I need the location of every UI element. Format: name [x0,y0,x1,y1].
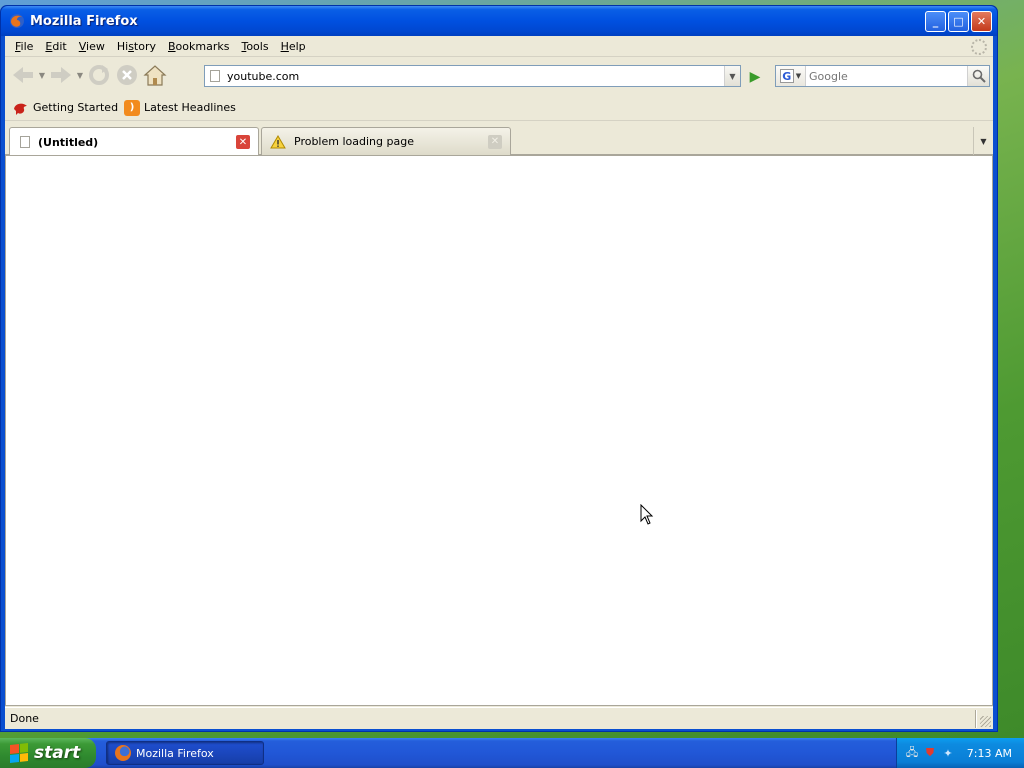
close-icon: ✕ [490,136,500,147]
back-arrow-icon [13,67,33,83]
page-icon [20,136,30,148]
windows-logo-icon [10,743,28,763]
warning-icon [270,134,286,149]
reload-button[interactable] [85,61,113,89]
close-icon: ✕ [976,15,987,28]
bookmark-latest-headlines[interactable]: ) Latest Headlines [124,99,236,116]
status-divider [975,710,977,728]
url-history-dropdown[interactable]: ▼ [724,66,740,86]
search-bar: G ▼ [775,65,990,87]
menu-tools[interactable]: Tools [235,40,274,53]
stop-icon [117,65,137,85]
menu-file[interactable]: File [9,40,39,53]
home-button[interactable] [141,61,169,89]
bookmarks-toolbar: Getting Started ) Latest Headlines [5,95,993,121]
stop-button[interactable] [113,61,141,89]
go-arrow-icon: ▶ [749,69,761,85]
window-title: Mozilla Firefox [30,13,138,29]
forward-arrow-icon [51,67,71,83]
tab-strip: (Untitled) ✕ Problem loading page ✕ ▼ [5,124,993,156]
resize-grip-icon[interactable] [980,716,991,727]
bookmark-label: Getting Started [33,101,119,114]
tab-close-button[interactable]: ✕ [236,135,250,149]
url-text[interactable]: youtube.com [227,70,724,83]
chevron-down-icon: ▼ [980,136,987,146]
start-button[interactable]: start [0,738,96,768]
navigation-toolbar: ▼ ▼ youtube.com ▼ ▶ G ▼ Google [5,58,993,92]
firefox-bookmark-icon [13,100,29,116]
minimize-button[interactable]: _ [925,11,946,32]
maximize-icon: □ [953,15,964,28]
taskbar-item-firefox[interactable]: Mozilla Firefox [106,741,264,765]
page-content-area[interactable] [5,155,993,706]
search-button[interactable] [967,66,989,86]
back-history-dropdown[interactable]: ▼ [37,71,47,80]
bookmark-getting-started[interactable]: Getting Started [13,100,118,116]
status-bar: Done [5,707,993,729]
url-bar[interactable]: youtube.com ▼ [204,65,741,87]
firefox-icon [115,745,131,761]
minimize-icon: _ [932,15,939,28]
tab-list-dropdown[interactable]: ▼ [973,127,993,155]
tab-label: Problem loading page [294,135,414,148]
page-icon [210,70,220,82]
search-engine-selector[interactable]: G ▼ [776,66,806,86]
tab-close-button[interactable]: ✕ [488,134,502,149]
maximize-button[interactable]: □ [948,11,969,32]
search-input[interactable] [806,67,967,85]
tab-problem-loading-page[interactable]: Problem loading page ✕ [261,127,511,155]
menu-view[interactable]: View [73,40,111,53]
tab-label: (Untitled) [38,135,99,149]
reload-icon [89,65,109,85]
home-icon [143,65,167,86]
security-shield-icon[interactable]: ⛊ [923,746,937,760]
start-label: start [34,743,81,763]
firefox-window: Mozilla Firefox _ □ ✕ File Edit View His… [0,5,998,732]
google-icon: G [779,69,794,83]
menu-edit[interactable]: Edit [39,40,72,53]
tab-untitled[interactable]: (Untitled) ✕ [9,127,259,156]
system-tray: 🖧 ⛊ ✦ 7:13 AM [896,738,1024,768]
clock[interactable]: 7:13 AM [967,747,1012,760]
taskbar-item-label: Mozilla Firefox [136,746,214,760]
browser-client-area: File Edit View History Bookmarks Tools H… [5,36,993,729]
menu-history[interactable]: History [111,40,162,53]
activity-throbber-icon [971,39,987,55]
menu-bookmarks[interactable]: Bookmarks [162,40,235,53]
title-bar[interactable]: Mozilla Firefox _ □ ✕ [1,6,997,36]
network-icon[interactable]: 🖧 [905,746,919,760]
status-text: Done [10,712,39,725]
firefox-icon [10,14,24,28]
forward-history-dropdown[interactable]: ▼ [75,71,85,80]
taskbar: start Mozilla Firefox 🖧 ⛊ ✦ 7:13 AM [0,738,1024,768]
go-button[interactable]: ▶ [744,67,766,87]
update-icon[interactable]: ✦ [941,746,955,760]
menu-help[interactable]: Help [275,40,312,53]
magnifier-icon [972,69,986,83]
menu-bar: File Edit View History Bookmarks Tools H… [5,36,993,57]
rss-icon: ) [124,99,141,116]
close-icon: ✕ [238,136,248,148]
back-button[interactable] [9,61,37,89]
forward-button[interactable] [47,61,75,89]
bookmark-label: Latest Headlines [144,101,236,114]
close-button[interactable]: ✕ [971,11,992,32]
chevron-down-icon: ▼ [795,72,802,80]
